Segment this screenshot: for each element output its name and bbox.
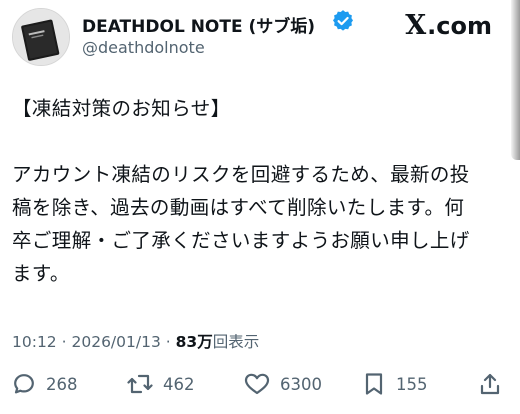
tweet-meta: 10:12 · 2026/01/13 · 83万回表示 — [12, 330, 259, 352]
author-display-name[interactable]: DEATHDOL NOTE (サブ垢) — [82, 12, 315, 37]
heart-icon — [244, 373, 270, 395]
x-logo-mark: X — [405, 10, 427, 41]
bookmark-button[interactable]: 155 — [362, 368, 428, 400]
tweet-text-line: ます。 — [12, 262, 70, 285]
repost-count: 462 — [163, 374, 195, 394]
scroll-edge — [511, 0, 520, 160]
repost-button[interactable]: 462 — [127, 368, 195, 400]
reply-count: 268 — [46, 374, 78, 394]
tweet-text-line: 稿を除き、過去の動画はすべて削除いたします。何 — [12, 196, 465, 219]
tweet-title: 【凍結対策のお知らせ】 — [12, 97, 231, 120]
black-notebook-icon — [13, 9, 69, 65]
like-button[interactable]: 6300 — [244, 368, 322, 400]
meta-separator: · — [165, 333, 171, 351]
like-count: 6300 — [280, 374, 322, 394]
views-count[interactable]: 83万 — [176, 333, 213, 351]
tweet-date[interactable]: 2026/01/13 — [71, 333, 160, 351]
tweet-text-line: アカウント凍結のリスクを回避するため、最新の投 — [12, 163, 470, 186]
x-logo: X .com — [405, 10, 492, 41]
avatar[interactable] — [12, 8, 70, 66]
share-icon — [480, 373, 500, 395]
reply-button[interactable]: 268 — [12, 368, 78, 400]
verified-badge-icon — [333, 10, 353, 31]
views-label: 回表示 — [212, 333, 260, 351]
bookmark-count: 155 — [396, 374, 428, 394]
author-handle[interactable]: @deathdolnote — [82, 38, 205, 57]
bookmark-icon — [365, 373, 383, 395]
repost-icon — [127, 374, 153, 394]
tweet-time[interactable]: 10:12 — [12, 333, 57, 351]
tweet-text-line: 卒ご理解・ご了承くださいますようお願い申し上げ — [12, 229, 470, 252]
x-logo-suffix: .com — [427, 11, 492, 40]
tweet-card: DEATHDOL NOTE (サブ垢) @deathdolnote X .com … — [0, 0, 520, 414]
tweet-text: アカウント凍結のリスクを回避するため、最新の投 稿を除き、過去の動画はすべて削除… — [12, 158, 510, 290]
share-button[interactable] — [478, 368, 502, 400]
action-bar: 268 462 6300 155 — [0, 368, 520, 400]
meta-separator: · — [61, 333, 67, 351]
tweet-body: 【凍結対策のお知らせ】 アカウント凍結のリスクを回避するため、最新の投 稿を除き… — [12, 92, 510, 290]
reply-icon — [14, 374, 34, 394]
